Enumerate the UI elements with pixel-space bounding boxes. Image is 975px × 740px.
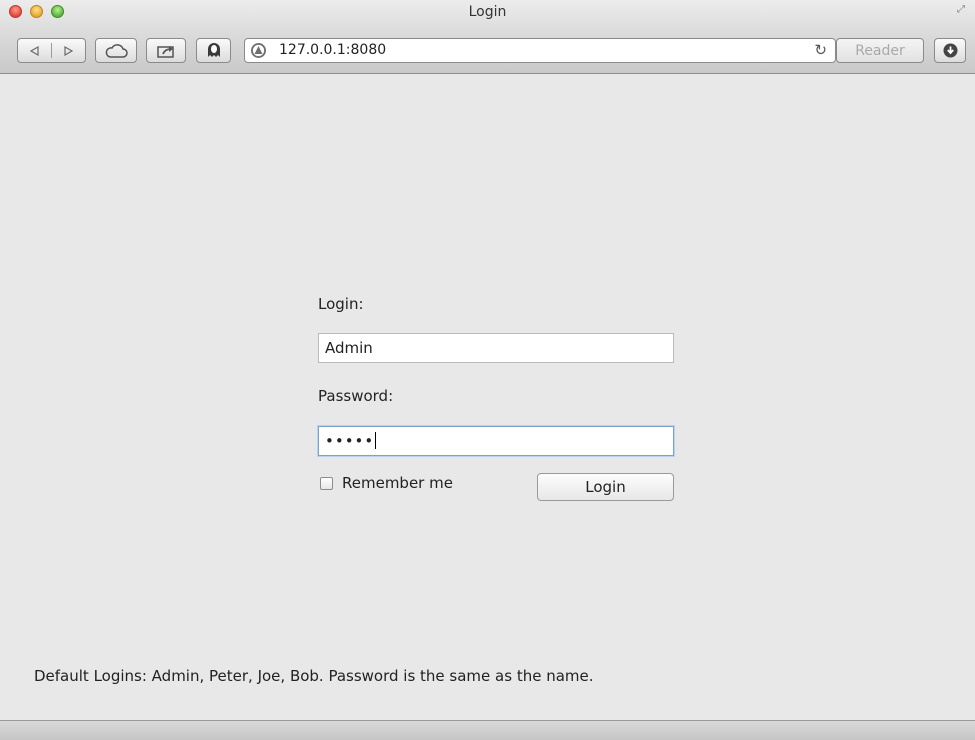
browser-toolbar: Login ⤢ 127.0.0.1:8080 ↻ Reader bbox=[0, 0, 975, 74]
login-input[interactable]: Admin bbox=[318, 333, 674, 363]
page-content: Login: Admin Password: ••••• Remember me… bbox=[0, 74, 975, 720]
remember-me-checkbox[interactable] bbox=[320, 476, 333, 490]
ghost-icon bbox=[207, 43, 220, 57]
password-input[interactable]: ••••• bbox=[318, 426, 674, 456]
downloads-button[interactable] bbox=[934, 38, 966, 63]
login-label: Login: bbox=[318, 295, 364, 313]
address-bar[interactable]: 127.0.0.1:8080 ↻ bbox=[244, 38, 836, 63]
fullscreen-icon[interactable]: ⤢ bbox=[957, 4, 969, 16]
share-button[interactable] bbox=[146, 38, 186, 63]
back-arrow-icon bbox=[30, 45, 39, 56]
window-title: Login bbox=[468, 4, 507, 20]
site-favicon-icon bbox=[251, 43, 266, 58]
remember-me-control[interactable]: Remember me bbox=[320, 474, 453, 492]
text-cursor bbox=[375, 432, 377, 449]
reload-icon[interactable]: ↻ bbox=[814, 41, 827, 59]
download-icon bbox=[943, 43, 957, 58]
reader-button[interactable]: Reader bbox=[836, 38, 924, 63]
icloud-tabs-button[interactable] bbox=[95, 38, 137, 63]
browser-window: Login ⤢ 127.0.0.1:8080 ↻ Reader Login: A… bbox=[0, 0, 975, 740]
ghostery-button[interactable] bbox=[196, 38, 231, 63]
cloud-icon bbox=[105, 43, 128, 58]
login-button[interactable]: Login bbox=[537, 473, 674, 501]
password-input-value: ••••• bbox=[325, 432, 375, 450]
forward-button[interactable] bbox=[52, 39, 85, 62]
forward-arrow-icon bbox=[64, 45, 73, 56]
status-bar bbox=[0, 720, 975, 740]
login-input-value: Admin bbox=[325, 339, 373, 357]
back-forward-group bbox=[17, 38, 86, 63]
default-logins-note: Default Logins: Admin, Peter, Joe, Bob. … bbox=[34, 667, 594, 685]
remember-me-label: Remember me bbox=[342, 474, 453, 492]
share-icon bbox=[157, 45, 174, 58]
password-label: Password: bbox=[318, 387, 394, 405]
back-button[interactable] bbox=[18, 39, 51, 62]
url-text[interactable]: 127.0.0.1:8080 bbox=[279, 42, 386, 58]
